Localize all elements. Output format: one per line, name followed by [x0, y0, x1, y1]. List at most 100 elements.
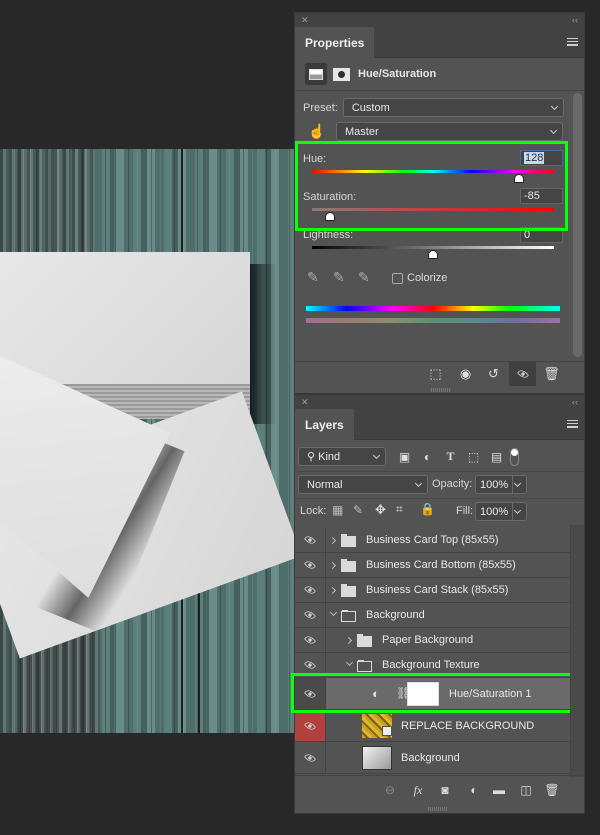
- hue-input[interactable]: 128: [520, 150, 563, 166]
- search-icon: ⚲: [307, 451, 319, 463]
- visibility-toggle[interactable]: [295, 528, 326, 552]
- lightness-slider-thumb[interactable]: [428, 250, 438, 259]
- filter-type-icon[interactable]: T: [442, 448, 459, 465]
- collapse-caret-icon[interactable]: [345, 658, 354, 667]
- visibility-toggle[interactable]: [295, 603, 326, 627]
- expand-caret-icon[interactable]: [328, 536, 337, 545]
- filter-smart-object-icon[interactable]: ▤: [488, 448, 505, 465]
- eye-icon: [303, 608, 317, 622]
- chevron-down-icon[interactable]: [513, 506, 522, 514]
- eye-icon: [303, 751, 317, 764]
- close-icon[interactable]: ✕: [301, 15, 309, 26]
- add-mask-icon[interactable]: ◙: [434, 781, 456, 799]
- preset-label: Preset:: [303, 101, 338, 114]
- collapse-icon[interactable]: ‹‹: [572, 15, 578, 25]
- lock-transparent-pixels-icon[interactable]: ▦: [332, 503, 343, 517]
- resize-grip[interactable]: [428, 807, 448, 811]
- lock-row: Lock: ▦ ✎ ✥ ⌗ 🔒 Fill: 100%: [295, 498, 584, 524]
- view-previous-state-icon[interactable]: ◉: [452, 362, 479, 386]
- channel-select[interactable]: Master: [336, 122, 563, 141]
- new-adjustment-layer-icon[interactable]: ◐: [463, 781, 485, 799]
- layer-row[interactable]: Background Texture: [295, 653, 570, 678]
- visibility-toggle[interactable]: [295, 553, 326, 577]
- layer-row[interactable]: Background: [295, 742, 570, 774]
- filter-pixel-icon[interactable]: ▣: [396, 448, 413, 465]
- delete-layer-icon[interactable]: 🗑: [541, 781, 563, 799]
- lock-all-icon[interactable]: 🔒: [420, 502, 435, 516]
- panel-menu-icon[interactable]: [567, 420, 578, 428]
- mask-icon[interactable]: [333, 67, 350, 81]
- layer-row[interactable]: REPLACE BACKGROUND: [295, 710, 570, 742]
- hue-slider[interactable]: [312, 170, 554, 173]
- filter-kind-select[interactable]: ⚲ Kind: [298, 447, 386, 466]
- chevron-down-icon[interactable]: [513, 479, 522, 487]
- visibility-toggle[interactable]: [295, 628, 326, 652]
- visibility-toggle[interactable]: [295, 678, 326, 709]
- tab-properties[interactable]: Properties: [295, 27, 375, 58]
- clip-to-layer-icon[interactable]: ⬚: [422, 362, 449, 386]
- layer-row[interactable]: Business Card Bottom (85x55): [295, 553, 570, 578]
- adjustment-layer-icon: ◐: [372, 686, 380, 701]
- layer-row[interactable]: Business Card Stack (85x55): [295, 578, 570, 603]
- lock-image-pixels-icon[interactable]: ✎: [353, 503, 363, 517]
- blend-mode-select[interactable]: Normal: [298, 475, 428, 494]
- layer-row[interactable]: Background: [295, 603, 570, 628]
- collapse-caret-icon[interactable]: [329, 608, 338, 617]
- panel-menu-icon[interactable]: [567, 38, 578, 46]
- visibility-toggle[interactable]: [295, 710, 326, 741]
- filter-adjustment-icon[interactable]: ◐: [419, 448, 436, 465]
- saturation-slider[interactable]: [312, 208, 554, 211]
- fill-input[interactable]: 100%: [475, 502, 527, 521]
- layer-style-fx-icon[interactable]: fx: [407, 781, 429, 799]
- expand-caret-icon[interactable]: [328, 561, 337, 570]
- toggle-visibility-icon[interactable]: [509, 362, 536, 386]
- lock-position-icon[interactable]: ✥: [375, 502, 386, 518]
- blend-mode-value: Normal: [307, 478, 343, 491]
- visibility-toggle[interactable]: [295, 578, 326, 602]
- card-stack-top: [0, 252, 250, 384]
- hue-slider-thumb[interactable]: [514, 174, 525, 183]
- layer-row[interactable]: Business Card Top (85x55): [295, 528, 570, 553]
- properties-scrollbar[interactable]: [573, 93, 582, 357]
- document-canvas[interactable]: [0, 149, 294, 733]
- resize-grip[interactable]: [431, 388, 451, 392]
- close-icon[interactable]: ✕: [301, 397, 309, 408]
- filter-shape-icon[interactable]: ⬚: [465, 448, 482, 465]
- saturation-slider-thumb[interactable]: [325, 212, 336, 221]
- visibility-toggle[interactable]: [295, 653, 326, 677]
- tab-layers[interactable]: Layers: [295, 409, 354, 440]
- saturation-input[interactable]: -85: [520, 188, 563, 204]
- saturation-label: Saturation:: [303, 191, 357, 203]
- new-layer-icon[interactable]: ◫: [515, 781, 537, 799]
- eyedropper-add-icon[interactable]: ✎: [333, 269, 351, 287]
- preset-select[interactable]: Custom: [342, 98, 564, 117]
- collapse-icon[interactable]: ‹‹: [572, 397, 578, 407]
- new-group-icon[interactable]: ▬: [488, 781, 510, 799]
- hue-saturation-adjustment-icon[interactable]: [305, 63, 327, 85]
- eyedropper-icon[interactable]: ✎: [307, 269, 325, 287]
- folder-open-icon: [357, 660, 372, 672]
- filter-toggle[interactable]: [510, 447, 519, 466]
- layer-mask-thumbnail[interactable]: [407, 682, 439, 706]
- lightness-input[interactable]: 0: [520, 227, 563, 243]
- layer-name: Background Texture: [382, 659, 480, 671]
- expand-caret-icon[interactable]: [328, 586, 337, 595]
- colorize-option[interactable]: Colorize: [392, 272, 447, 284]
- lock-artboard-icon[interactable]: ⌗: [396, 502, 403, 517]
- layers-scrollbar[interactable]: [570, 525, 584, 777]
- eyedropper-subtract-icon[interactable]: ✎: [358, 269, 376, 287]
- targeted-adjustment-hand-icon[interactable]: ☝: [308, 123, 325, 140]
- opacity-input[interactable]: 100%: [475, 475, 527, 494]
- eye-icon: [303, 533, 317, 547]
- fill-label: Fill:: [456, 505, 474, 517]
- link-layers-icon[interactable]: ⊖: [379, 781, 401, 799]
- visibility-toggle[interactable]: [295, 742, 326, 773]
- layer-row-selected[interactable]: ◐ ⛓ Hue/Saturation 1: [295, 678, 570, 710]
- delete-adjustment-icon[interactable]: 🗑: [538, 362, 565, 386]
- expand-caret-icon[interactable]: [344, 636, 353, 645]
- reset-icon[interactable]: ↺: [480, 362, 507, 386]
- lightness-label: Lightness:: [303, 229, 354, 241]
- colorize-checkbox[interactable]: [392, 272, 403, 284]
- layer-row[interactable]: Paper Background: [295, 628, 570, 653]
- lightness-slider[interactable]: [312, 246, 554, 249]
